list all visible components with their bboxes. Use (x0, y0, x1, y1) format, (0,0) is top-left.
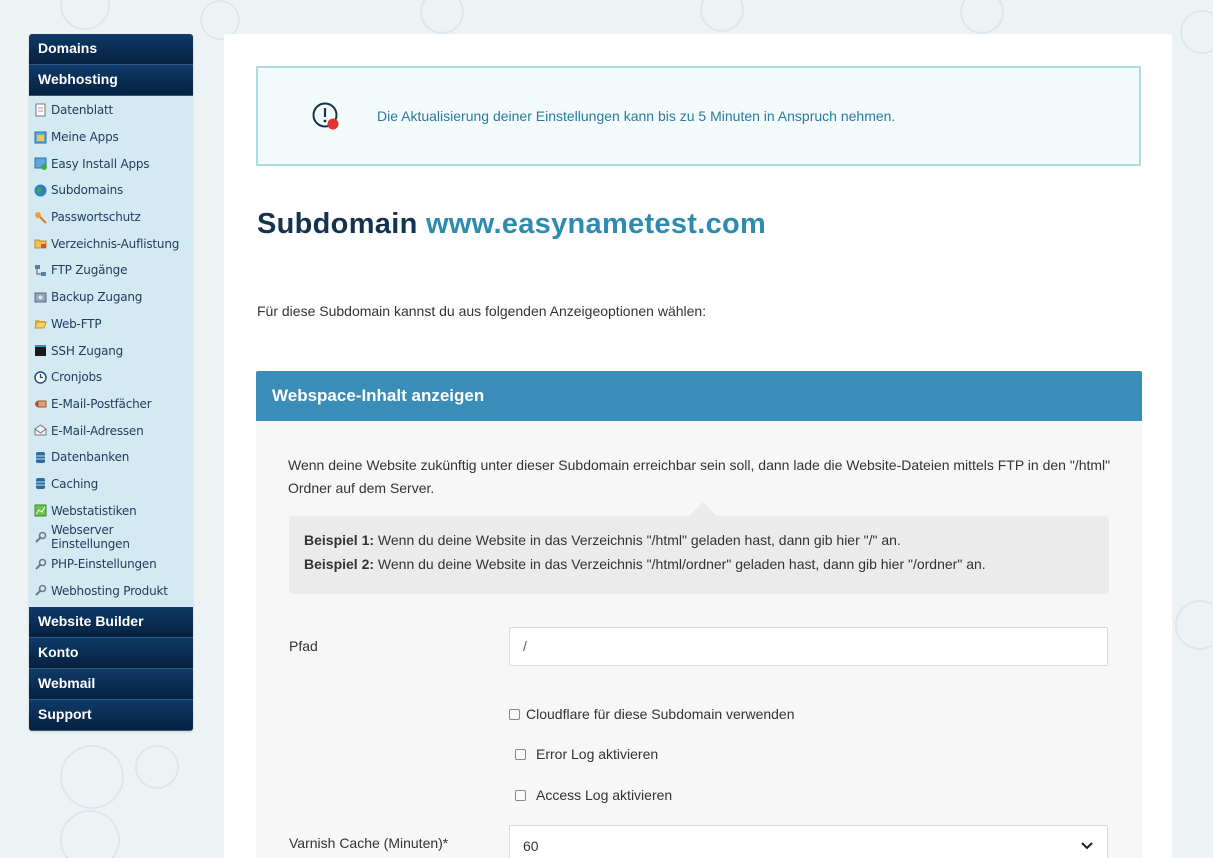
folder-icon (33, 237, 47, 251)
nav-domains[interactable]: Domains (29, 34, 193, 65)
sidebar-item-label: Subdomains (51, 183, 124, 198)
sidebar-item-label: Datenblatt (51, 103, 114, 118)
apps-icon (33, 130, 47, 144)
sidebar-item-backup-zugang[interactable]: Backup Zugang (29, 284, 193, 311)
sidebar-item-label: Verzeichnis-Auflistung (51, 236, 180, 251)
cache-icon (33, 477, 47, 491)
sidebar-item-label: E-Mail-Adressen (51, 423, 144, 438)
chevron-down-icon (1081, 842, 1093, 850)
sidebar: Domains Webhosting Datenblatt Meine Apps… (29, 34, 193, 732)
sidebar-item-datenbanken[interactable]: Datenbanken (29, 444, 193, 471)
sidebar-item-label: Passwortschutz (51, 210, 141, 225)
open-folder-icon (33, 317, 47, 331)
sidebar-item-email-adressen[interactable]: E-Mail-Adressen (29, 417, 193, 444)
intro-text: Für diese Subdomain kannst du aus folgen… (257, 303, 707, 319)
sidebar-item-cronjobs[interactable]: Cronjobs (29, 364, 193, 391)
alert-icon (312, 102, 339, 130)
nav-konto[interactable]: Konto (29, 638, 193, 670)
sidebar-item-webhosting-produkt[interactable]: Webhosting Produkt (29, 577, 193, 604)
sidebar-item-webstatistiken[interactable]: Webstatistiken (29, 497, 193, 524)
update-notice: Die Aktualisierung deiner Einstellungen … (256, 66, 1141, 166)
sidebar-item-datenblatt[interactable]: Datenblatt (29, 97, 193, 124)
clock-icon (33, 370, 47, 384)
title-prefix: Subdomain (257, 208, 418, 240)
sidebar-item-meine-apps[interactable]: Meine Apps (29, 124, 193, 151)
sidebar-item-verzeichnis-auflistung[interactable]: Verzeichnis-Auflistung (29, 230, 193, 257)
select-value: 60 (523, 838, 539, 854)
example-text: Wenn du deine Website in das Verzeichnis… (374, 556, 986, 572)
examples-box: Beispiel 1: Wenn du deine Website in das… (289, 502, 1109, 594)
example-text: Wenn du deine Website in das Verzeichnis… (374, 532, 901, 548)
sidebar-item-passwortschutz[interactable]: Passwortschutz (29, 204, 193, 231)
wrench-icon (33, 557, 47, 571)
sidebar-item-ftp-zugaenge[interactable]: FTP Zugänge (29, 257, 193, 284)
sidebar-item-label: Easy Install Apps (51, 156, 150, 171)
mailbox-icon (33, 397, 47, 411)
sidebar-item-label: Caching (51, 476, 99, 491)
document-icon (33, 103, 47, 117)
sidebar-item-easy-install-apps[interactable]: Easy Install Apps (29, 150, 193, 177)
cloudflare-checkbox-row[interactable]: Cloudflare für diese Subdomain verwenden (509, 706, 795, 722)
error-log-checkbox-row[interactable]: Error Log aktivieren (515, 746, 658, 762)
sidebar-item-label: Webhosting Produkt (51, 583, 168, 598)
example-label: Beispiel 2: (304, 556, 375, 572)
sidebar-item-web-ftp[interactable]: Web-FTP (29, 311, 193, 338)
title-domain: www.easynametest.com (425, 208, 767, 240)
error-log-checkbox[interactable] (515, 748, 526, 760)
checkbox-label: Cloudflare für diese Subdomain verwenden (526, 706, 795, 722)
example-2: Beispiel 2: Wenn du deine Website in das… (304, 556, 986, 572)
sidebar-item-caching[interactable]: Caching (29, 471, 193, 498)
card-header[interactable]: Webspace-Inhalt anzeigen (256, 371, 1142, 421)
card-description: Wenn deine Website zukünftig unter diese… (288, 457, 1111, 496)
cloudflare-checkbox[interactable] (509, 708, 520, 720)
sidebar-item-label: Webstatistiken (51, 503, 137, 518)
nav-website-builder[interactable]: Website Builder (29, 607, 193, 639)
backup-icon (33, 290, 47, 304)
sidebar-item-label: FTP Zugänge (51, 263, 128, 278)
nav-support[interactable]: Support (29, 700, 193, 732)
varnish-label: Varnish Cache (Minuten)* (289, 835, 449, 851)
sidebar-item-label: Datenbanken (51, 450, 130, 465)
sidebar-item-label: Meine Apps (51, 130, 119, 145)
sidebar-item-label: Backup Zugang (51, 290, 143, 305)
path-input[interactable]: / (509, 627, 1108, 666)
install-icon (33, 157, 47, 171)
path-label: Pfad (289, 638, 318, 654)
nav-webhosting[interactable]: Webhosting (29, 65, 193, 96)
example-label: Beispiel 1: (304, 532, 375, 548)
sidebar-item-label: PHP-Einstellungen (51, 557, 157, 572)
sidebar-item-email-postfaecher[interactable]: E-Mail-Postfächer (29, 391, 193, 418)
checkbox-label: Error Log aktivieren (536, 746, 659, 762)
notice-text: Die Aktualisierung deiner Einstellungen … (377, 108, 896, 124)
key-icon (33, 210, 47, 224)
access-log-checkbox-row[interactable]: Access Log aktivieren (515, 787, 672, 803)
sidebar-item-label: SSH Zugang (51, 343, 124, 358)
webhosting-submenu: Datenblatt Meine Apps Easy Install Apps … (29, 96, 193, 608)
nav-webmail[interactable]: Webmail (29, 669, 193, 701)
globe-icon (33, 183, 47, 197)
sidebar-item-ssh-zugang[interactable]: SSH Zugang (29, 337, 193, 364)
sidebar-item-label: Cronjobs (51, 370, 102, 385)
terminal-icon (33, 344, 47, 358)
sidebar-item-label: Web-FTP (51, 316, 102, 331)
sidebar-item-webserver-einstellungen[interactable]: Webserver Einstellungen (29, 523, 193, 552)
webspace-card: Webspace-Inhalt anzeigen Wenn deine Webs… (256, 371, 1142, 858)
database-icon (33, 450, 47, 464)
access-log-checkbox[interactable] (515, 789, 526, 801)
sidebar-item-php-einstellungen[interactable]: PHP-Einstellungen (29, 551, 193, 578)
chart-icon (33, 504, 47, 518)
main-panel: Die Aktualisierung deiner Einstellungen … (224, 34, 1172, 858)
network-icon (33, 263, 47, 277)
wrench-icon (33, 530, 47, 544)
varnish-cache-select[interactable]: 60 (509, 825, 1108, 858)
sidebar-item-label: Webserver Einstellungen (51, 523, 130, 552)
sidebar-item-label: E-Mail-Postfächer (51, 396, 152, 411)
page-title: Subdomain www.easynametest.com (257, 208, 766, 241)
example-1: Beispiel 1: Wenn du deine Website in das… (304, 532, 901, 548)
checkbox-label: Access Log aktivieren (536, 787, 673, 803)
wrench-icon (33, 584, 47, 598)
envelope-icon (33, 424, 47, 438)
sidebar-item-subdomains[interactable]: Subdomains (29, 177, 193, 204)
